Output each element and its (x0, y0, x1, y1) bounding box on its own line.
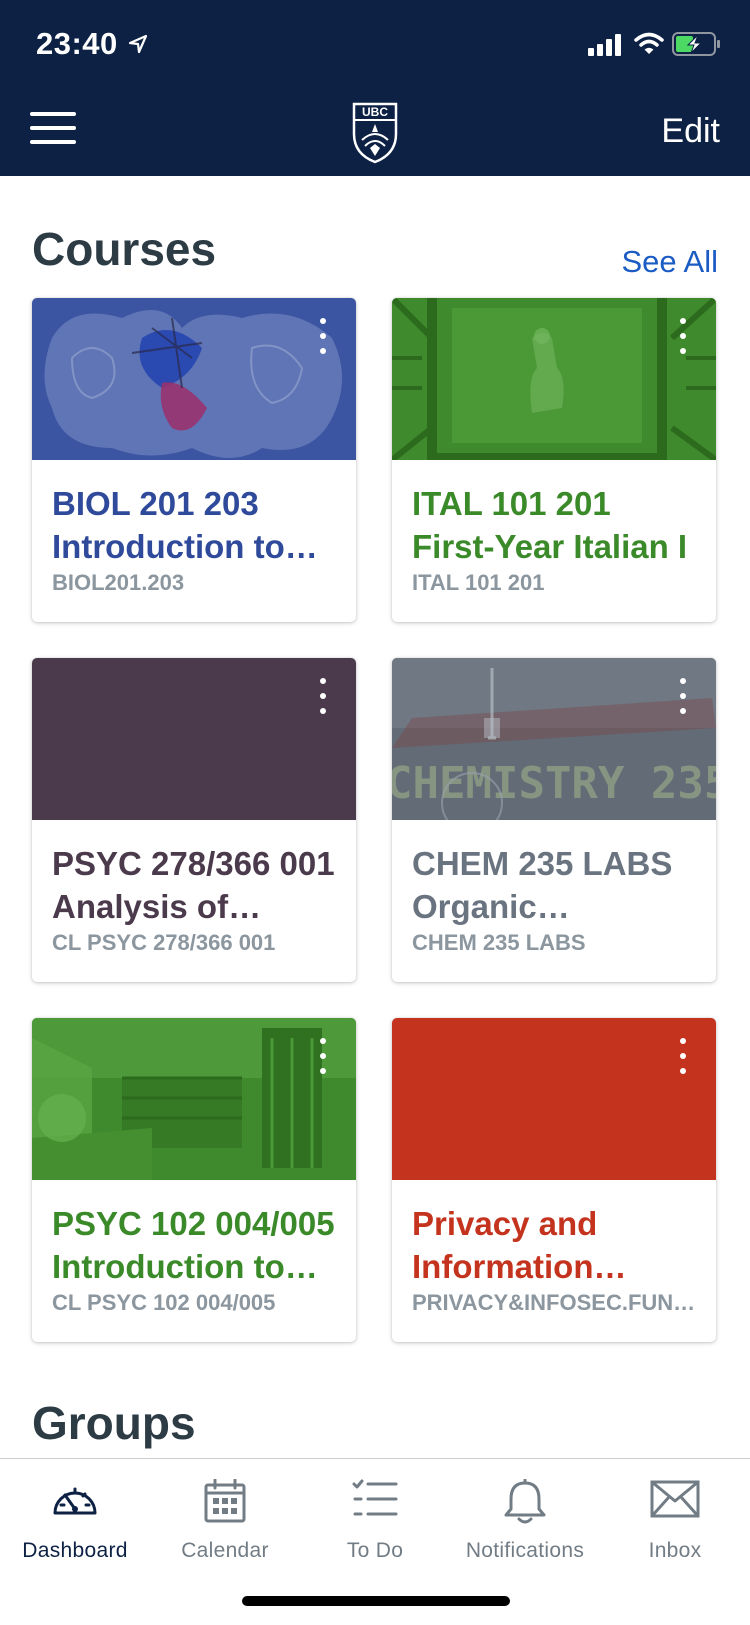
tab-label: Notifications (465, 1539, 585, 1562)
course-card-ital[interactable]: ITAL 101 201 First-Year Italian I ITAL 1… (392, 298, 716, 622)
course-card-image (32, 658, 356, 820)
course-title: PSYC 278/366 001 Analysis of Psychologic… (52, 845, 335, 925)
course-card-privacy[interactable]: Privacy and Information Security Fundame… (392, 1018, 716, 1342)
course-code: CL PSYC 102 004/005 (52, 1290, 276, 1315)
course-card-psyc-102[interactable]: PSYC 102 004/005 Introduction to Develop… (32, 1018, 356, 1342)
course-card-biol[interactable]: BIOL 201 203 Introduction to Biochemistr… (32, 298, 356, 622)
card-options-button[interactable] (316, 678, 330, 716)
tab-todo[interactable]: To Do (300, 1459, 450, 1579)
card-options-button[interactable] (676, 318, 690, 356)
course-card-image (392, 1018, 716, 1180)
tab-calendar[interactable]: Calendar (150, 1459, 300, 1579)
course-code: PRIVACY&INFOSEC.FUNDAMENTALS (412, 1290, 702, 1315)
groups-section-title: Groups (32, 1397, 196, 1449)
tab-label: Inbox (648, 1539, 702, 1562)
cellular-signal-icon (588, 34, 621, 56)
course-title: CHEM 235 LABS Organic Chemistry Laborato… (412, 845, 673, 925)
course-card-psyc-278[interactable]: PSYC 278/366 001 Analysis of Psychologic… (32, 658, 356, 982)
battery-charging-icon (672, 32, 720, 56)
course-title: Privacy and Information Security Fundame… (412, 1205, 598, 1285)
course-title: BIOL 201 203 Introduction to Biochemistr… (52, 485, 285, 565)
chemistry-banner-art: CHEMISTRY 235 (392, 758, 716, 809)
course-code: CHEM 235 LABS (412, 930, 586, 955)
calendar-icon (204, 1479, 246, 1523)
tab-dashboard[interactable]: Dashboard (0, 1459, 150, 1579)
inbox-icon (650, 1480, 700, 1518)
tab-notifications[interactable]: Notifications (450, 1459, 600, 1579)
course-card-image (32, 1018, 356, 1180)
tab-inbox[interactable]: Inbox (600, 1459, 750, 1579)
todo-icon (352, 1479, 398, 1516)
bell-icon (504, 1479, 546, 1524)
card-options-button[interactable] (316, 318, 330, 356)
app-header: 23:40 UBC Edit (0, 0, 750, 176)
course-title: PSYC 102 004/005 Introduction to Develop… (52, 1205, 335, 1285)
course-card-image (392, 298, 716, 460)
course-card-chem[interactable]: CHEMISTRY 235 CHEM 235 LABS Organic Chem… (392, 658, 716, 982)
course-card-image (32, 298, 356, 460)
status-time: 23:40 (36, 26, 118, 61)
tab-label: Calendar (181, 1539, 269, 1562)
course-title: ITAL 101 201 First-Year Italian I (412, 485, 688, 565)
location-arrow-icon (128, 34, 148, 54)
ubc-crest-logo: UBC (352, 102, 398, 164)
home-indicator (242, 1596, 510, 1606)
see-all-courses-link[interactable]: See All (621, 244, 718, 280)
tab-label: To Do (346, 1539, 404, 1562)
card-options-button[interactable] (676, 678, 690, 716)
tab-label: Dashboard (22, 1539, 128, 1562)
card-options-button[interactable] (316, 1038, 330, 1076)
courses-section-title: Courses (32, 223, 217, 275)
course-code: BIOL201.203 (52, 570, 185, 595)
edit-button[interactable]: Edit (661, 112, 720, 151)
wifi-icon (634, 32, 664, 54)
course-code: ITAL 101 201 (412, 570, 545, 595)
course-code: CL PSYC 278/366 001 (52, 930, 276, 955)
card-options-button[interactable] (676, 1038, 690, 1076)
dashboard-icon (53, 1487, 97, 1515)
svg-text:UBC: UBC (362, 105, 388, 119)
course-card-image: CHEMISTRY 235 (392, 658, 716, 820)
hamburger-menu-button[interactable] (30, 112, 76, 148)
